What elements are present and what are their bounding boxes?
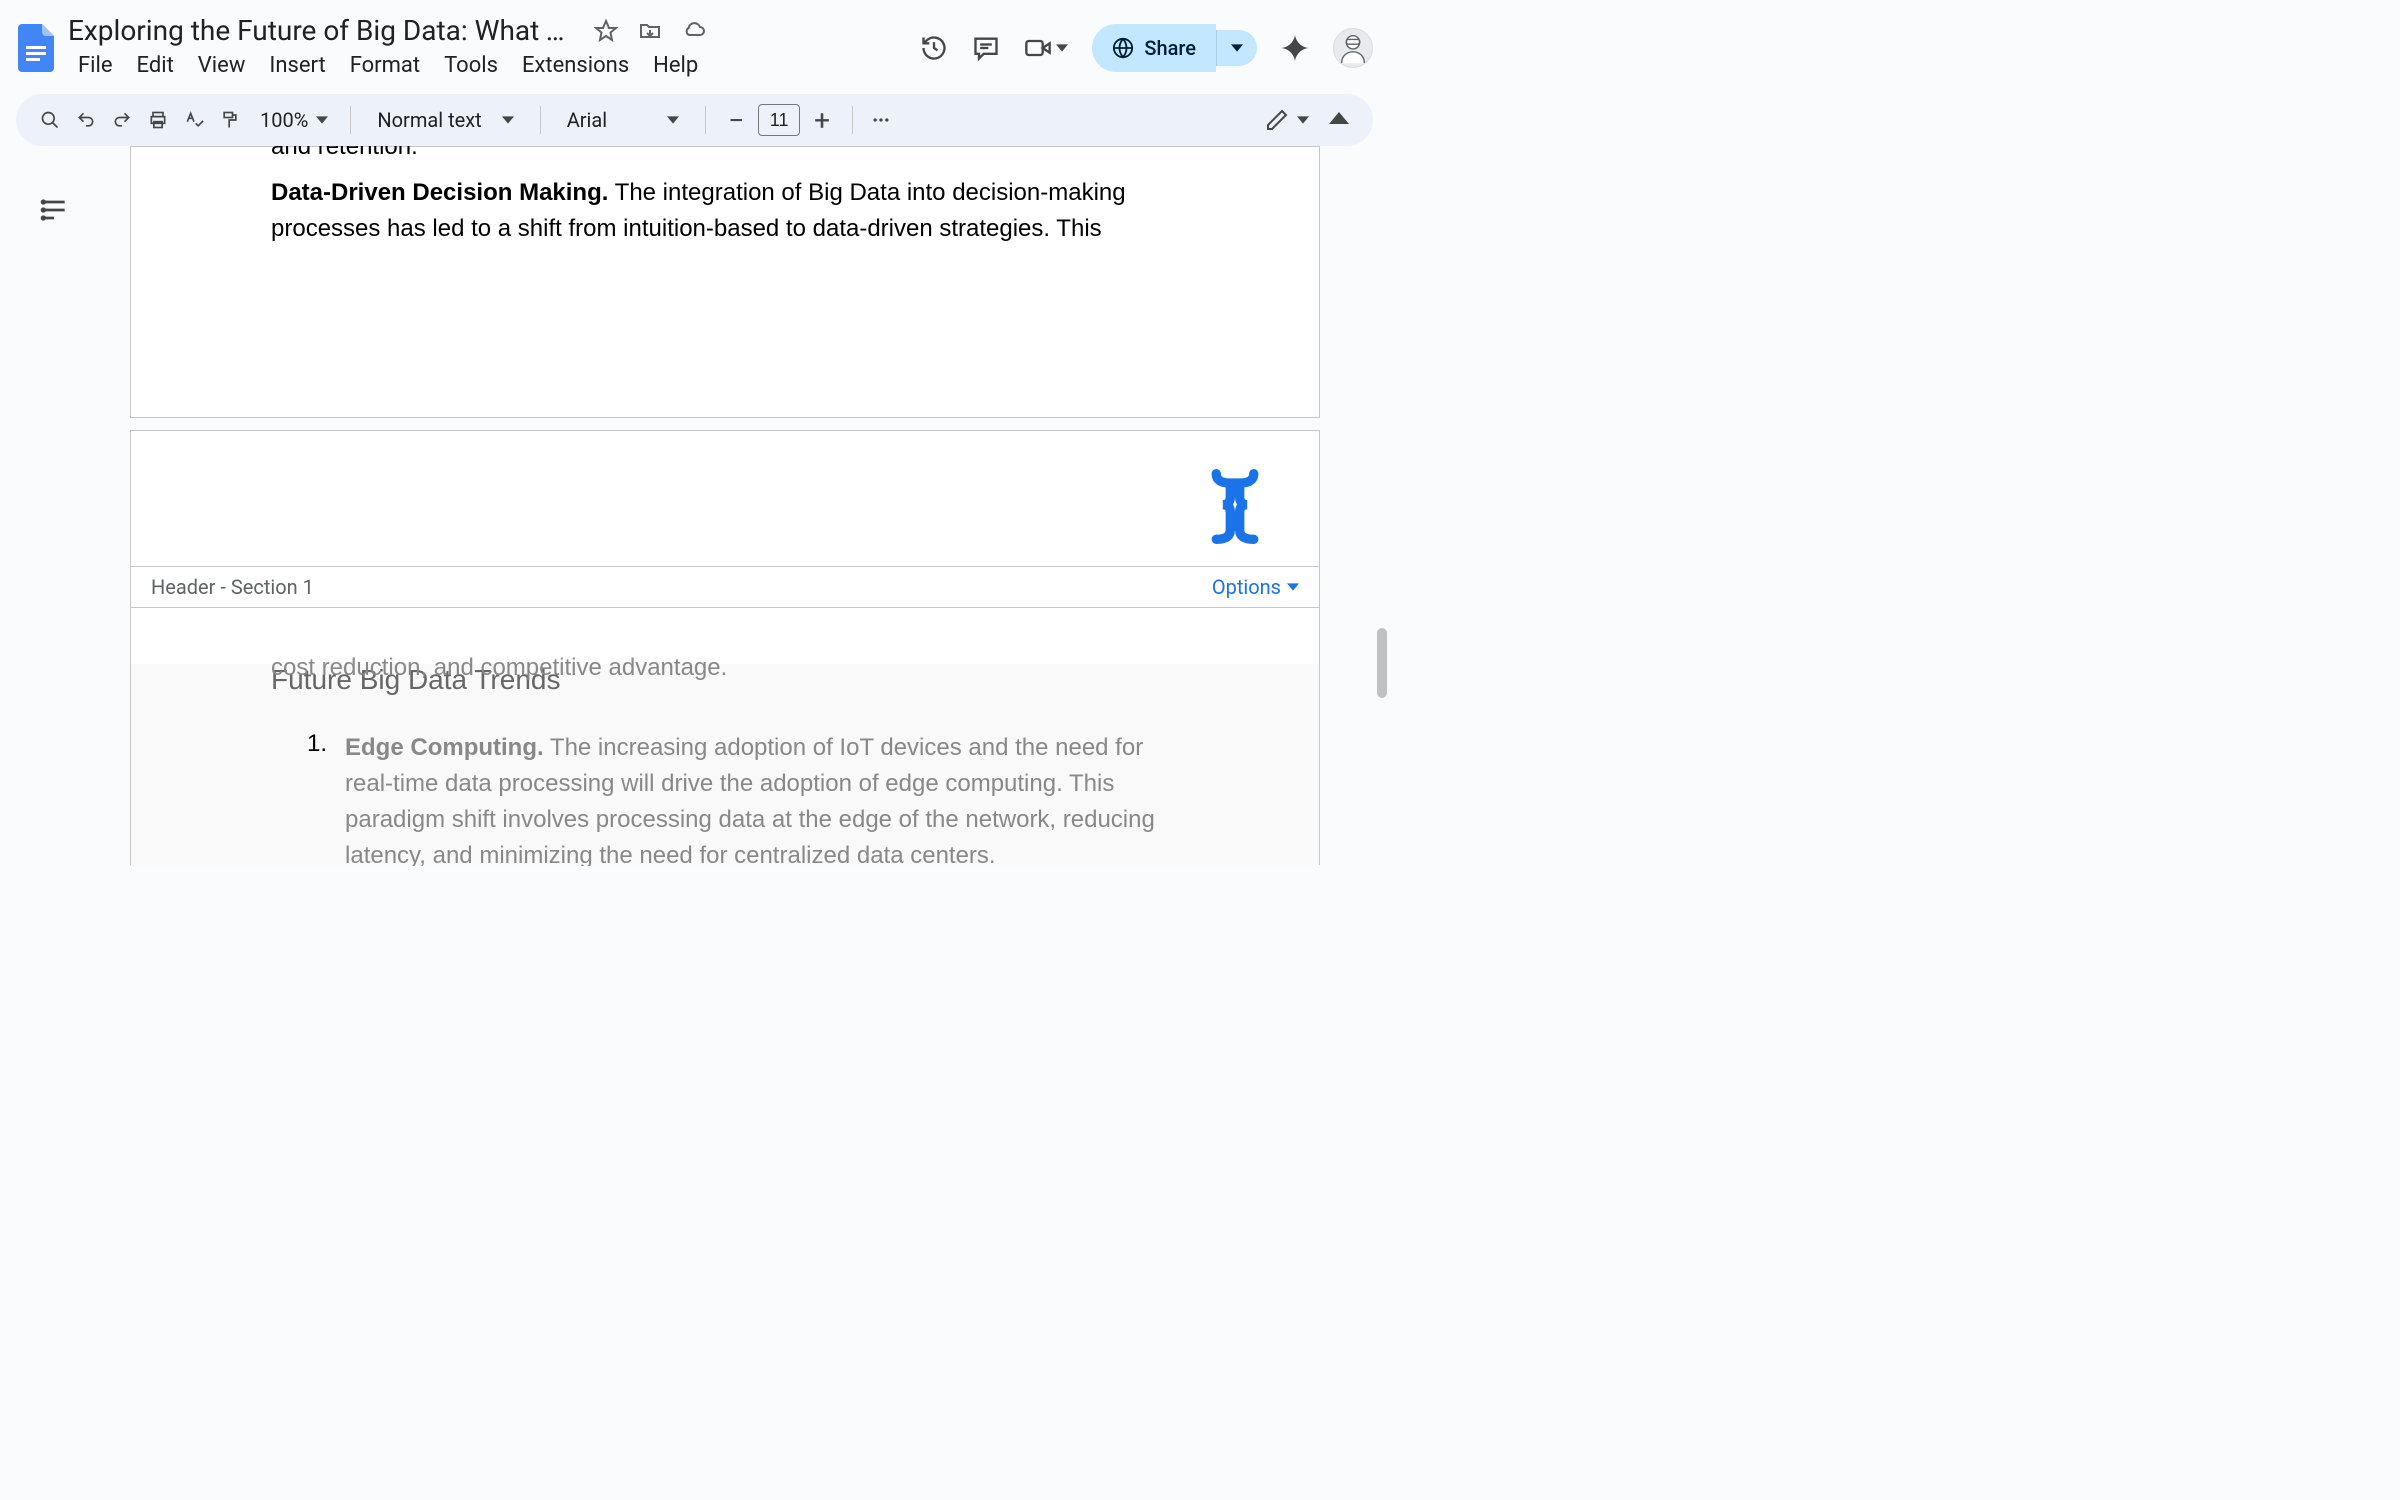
cloud-status-icon[interactable]: [682, 19, 706, 43]
move-icon[interactable]: [638, 19, 662, 43]
paragraph-style-select[interactable]: Normal text: [365, 104, 525, 136]
document-title[interactable]: Exploring the Future of Big Data: What T…: [68, 14, 568, 47]
options-label: Options: [1212, 575, 1281, 599]
document-text: and retention.: [131, 146, 1319, 165]
share-dropdown[interactable]: [1216, 30, 1257, 66]
zoom-select[interactable]: 100%: [252, 104, 336, 136]
font-size-input[interactable]: [758, 104, 800, 136]
style-value: Normal text: [377, 108, 481, 132]
document-paragraph: Data-Driven Decision Making. The integra…: [131, 175, 1319, 247]
collapse-toolbar-icon[interactable]: [1325, 104, 1353, 136]
print-icon[interactable]: [144, 106, 172, 134]
star-icon[interactable]: [594, 19, 618, 43]
menu-view[interactable]: View: [188, 49, 256, 82]
chevron-down-icon: [502, 114, 514, 126]
header-indicator-bar: Header - Section 1 Options: [131, 566, 1319, 608]
video-icon: [1024, 34, 1052, 62]
decrease-font-size[interactable]: −: [720, 104, 752, 137]
undo-icon[interactable]: [72, 106, 100, 134]
chevron-down-icon: [1287, 581, 1299, 593]
meet-button[interactable]: [1024, 34, 1068, 62]
document-page[interactable]: and retention. Data-Driven Decision Maki…: [130, 146, 1320, 418]
outline-toggle-icon[interactable]: [38, 194, 70, 226]
page-body-area: cost reduction, and competitive advantag…: [131, 664, 1319, 866]
bold-text: Edge Computing.: [345, 734, 544, 761]
search-icon[interactable]: [36, 106, 64, 134]
docs-logo[interactable]: [16, 22, 56, 74]
chevron-down-icon: [1231, 42, 1243, 54]
share-label: Share: [1144, 36, 1196, 60]
toolbar: 100% Normal text Arial − +: [16, 94, 1373, 146]
header-options-button[interactable]: Options: [1212, 575, 1299, 599]
more-icon[interactable]: [867, 106, 895, 134]
spellcheck-icon[interactable]: [180, 106, 208, 134]
increase-font-size[interactable]: +: [806, 104, 838, 137]
menubar: File Edit View Insert Format Tools Exten…: [68, 49, 904, 82]
chevron-down-icon: [667, 114, 679, 126]
comment-icon[interactable]: [972, 34, 1000, 62]
menu-edit[interactable]: Edit: [127, 49, 184, 82]
menu-tools[interactable]: Tools: [434, 49, 508, 82]
bold-text: Data-Driven Decision Making.: [271, 179, 608, 206]
chevron-down-icon: [316, 114, 328, 126]
zoom-value: 100%: [260, 108, 308, 132]
list-number: 1.: [307, 730, 327, 866]
user-avatar[interactable]: [1333, 28, 1373, 68]
gemini-icon[interactable]: [1281, 34, 1309, 62]
editing-mode[interactable]: [1265, 108, 1309, 132]
paint-format-icon[interactable]: [216, 106, 244, 134]
chevron-down-icon: [1056, 42, 1068, 54]
header-section-label: Header - Section 1: [151, 575, 314, 599]
document-page[interactable]: Header - Section 1 Options cost reductio…: [130, 430, 1320, 865]
font-select[interactable]: Arial: [555, 104, 691, 136]
globe-icon: [1112, 37, 1134, 59]
document-text: cost reduction, and competitive advantag…: [131, 650, 1319, 686]
redo-icon[interactable]: [108, 106, 136, 134]
chevron-down-icon: [1297, 114, 1309, 126]
pencil-icon: [1265, 108, 1289, 132]
menu-help[interactable]: Help: [643, 49, 708, 82]
menu-insert[interactable]: Insert: [259, 49, 335, 82]
app-header: Exploring the Future of Big Data: What T…: [0, 0, 1389, 88]
share-button[interactable]: Share: [1092, 24, 1216, 72]
menu-format[interactable]: Format: [340, 49, 430, 82]
page-header-area[interactable]: [131, 431, 1319, 566]
menu-extensions[interactable]: Extensions: [512, 49, 639, 82]
history-icon[interactable]: [920, 34, 948, 62]
font-value: Arial: [567, 108, 607, 132]
numbered-list-item: 1. Edge Computing. The increasing adopti…: [131, 730, 1319, 866]
scrollbar-thumb[interactable]: [1377, 628, 1387, 698]
menu-file[interactable]: File: [68, 49, 123, 82]
